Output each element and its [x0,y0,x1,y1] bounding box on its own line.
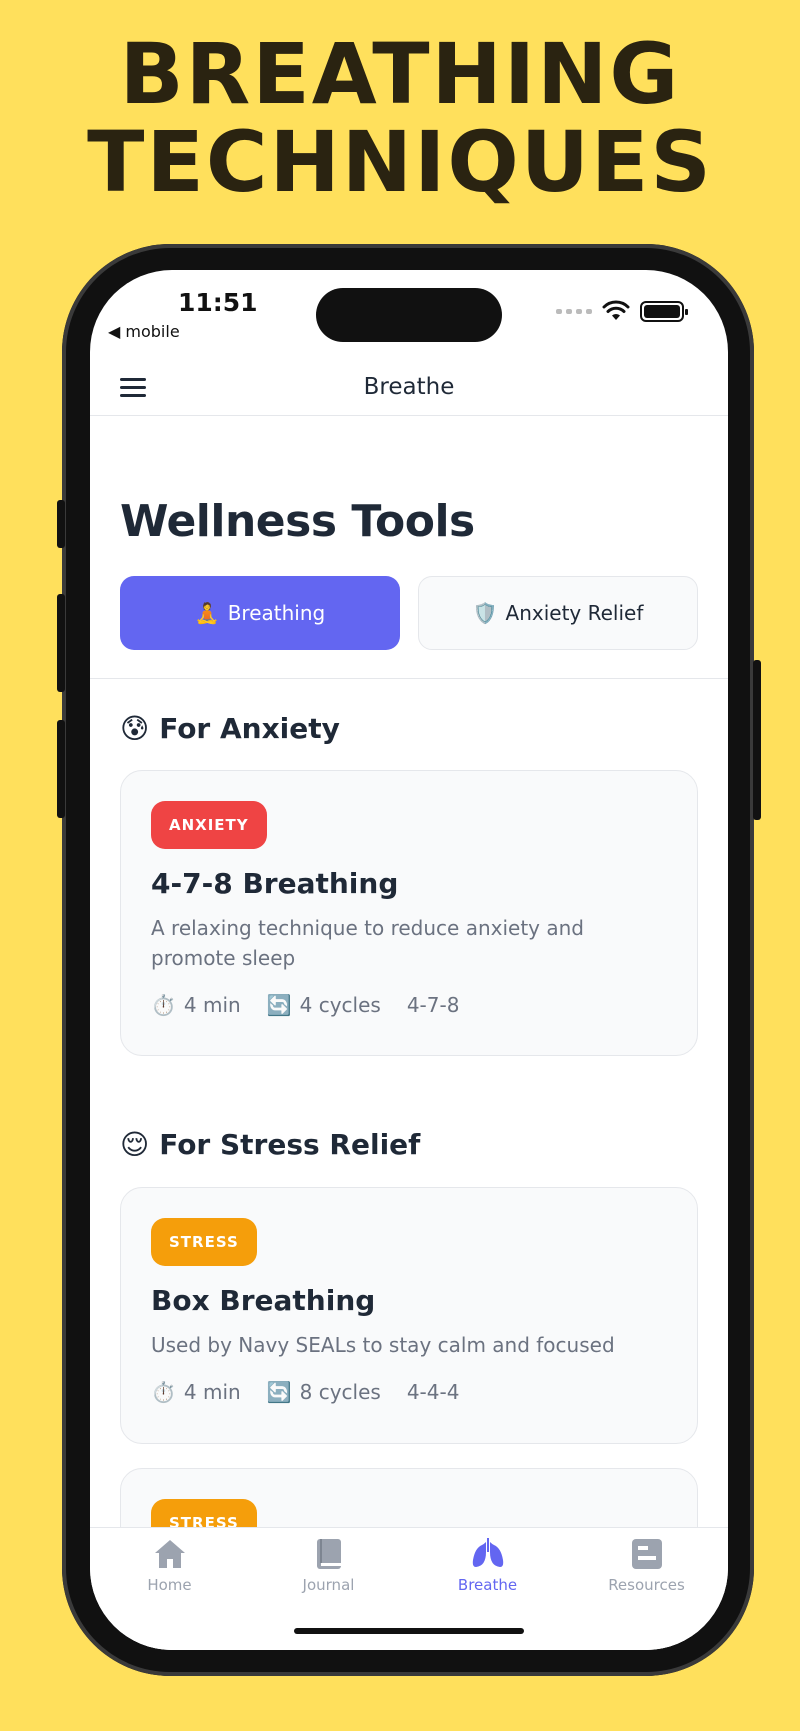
tab-anxiety-relief[interactable]: 🛡️ Anxiety Relief [418,576,698,650]
tab-home[interactable]: Home [90,1536,249,1594]
anxious-face-icon: 😰 [120,712,150,745]
cellular-signal-icon [556,308,592,314]
tab-breathing[interactable]: 🧘 Breathing [120,576,400,650]
page-title: Wellness Tools [120,496,475,547]
tab-anxiety-relief-label: Anxiety Relief [505,601,644,625]
volume-down-button [57,720,65,818]
headline-line-2: TECHNIQUES [87,113,713,211]
category-badge: STRESS [151,1218,257,1266]
tab-resources-label: Resources [608,1576,685,1594]
technique-card-box[interactable]: STRESS Box Breathing Used by Navy SEALs … [120,1187,698,1444]
tab-resources[interactable]: Resources [567,1536,726,1594]
back-to-app-link[interactable]: ◀ mobile [108,322,180,341]
shield-icon: 🛡️ [472,601,498,625]
cycle-icon: 🔄 [266,1380,292,1404]
status-time: 11:51 [178,288,258,317]
promo-headline: BREATHING TECHNIQUES [0,30,800,206]
duration-value: 4 min [183,1380,241,1404]
mute-switch [57,500,65,548]
technique-description: Used by Navy SEALs to stay calm and focu… [151,1333,615,1357]
cycles-value: 8 cycles [299,1380,381,1404]
phone-screen: 11:51 ◀ mobile Breathe Wellness Tools 🧘 … [90,270,728,1650]
tab-journal[interactable]: Journal [249,1536,408,1594]
technique-card-478[interactable]: ANXIETY 4-7-8 Breathing A relaxing techn… [120,770,698,1056]
cycles-meta: 🔄 4 cycles [267,993,381,1017]
volume-up-button [57,594,65,692]
lungs-icon [472,1538,503,1567]
top-navbar: Breathe [90,358,728,416]
timer-icon: ⏱️ [151,1380,176,1404]
tab-breathe[interactable]: Breathe [408,1536,567,1594]
resources-icon [631,1539,662,1569]
timer-icon: ⏱️ [151,993,176,1017]
tab-journal-label: Journal [302,1576,355,1594]
status-indicators [556,300,688,322]
home-indicator [294,1628,524,1634]
pattern-meta: 4-4-4 [407,1380,460,1404]
group-title-stress: 😌 For Stress Relief [120,1128,420,1161]
pattern-value: 4-7-8 [406,993,460,1017]
technique-title: Box Breathing [151,1284,376,1317]
tab-breathing-label: Breathing [227,601,326,625]
cycle-icon: 🔄 [266,993,292,1017]
book-icon [316,1539,341,1569]
cycles-meta: 🔄 8 cycles [267,1380,381,1404]
dynamic-island [316,288,502,342]
technique-meta: ⏱️ 4 min 🔄 8 cycles 4-4-4 [151,1380,459,1404]
meditation-icon: 🧘 [194,601,220,625]
duration-meta: ⏱️ 4 min [151,1380,241,1404]
navbar-title: Breathe [363,374,455,400]
home-icon [154,1540,185,1568]
technique-description: A relaxing technique to reduce anxiety a… [151,916,584,970]
power-button [753,660,761,820]
relieved-face-icon: 😌 [120,1128,150,1161]
pattern-meta: 4-7-8 [407,993,460,1017]
technique-meta: ⏱️ 4 min 🔄 4 cycles 4-7-8 [151,993,459,1017]
group-title-stress-label: For Stress Relief [159,1128,421,1161]
battery-icon [640,300,688,322]
wifi-icon [602,300,630,320]
tab-home-label: Home [147,1576,192,1594]
duration-value: 4 min [183,993,241,1017]
pattern-value: 4-4-4 [406,1380,460,1404]
cycles-value: 4 cycles [299,993,381,1017]
duration-meta: ⏱️ 4 min [151,993,241,1017]
group-title-anxiety: 😰 For Anxiety [120,712,340,745]
category-badge: ANXIETY [151,801,267,849]
tab-breathe-label: Breathe [457,1576,518,1594]
section-divider [90,678,728,679]
technique-title: 4-7-8 Breathing [151,867,399,900]
group-title-anxiety-label: For Anxiety [159,712,340,745]
headline-line-1: BREATHING [119,25,681,123]
